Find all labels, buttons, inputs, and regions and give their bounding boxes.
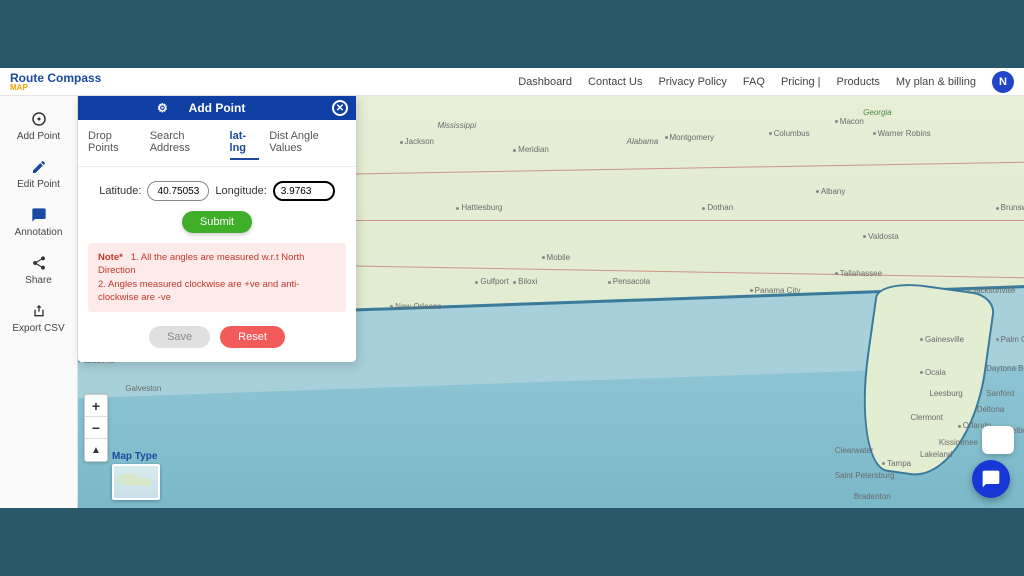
label-gainesville: Gainesville: [925, 335, 964, 344]
label-galveston: Galveston: [125, 384, 161, 393]
left-sidebar: Add Point Edit Point Annotation Share Ex…: [0, 96, 78, 508]
reset-button[interactable]: Reset: [220, 326, 285, 348]
share-icon: [30, 254, 48, 272]
latlng-row: Latitude: Longitude:: [78, 167, 356, 209]
label-pensacola: Pensacola: [613, 277, 650, 286]
label-jackson: Jackson: [405, 137, 434, 146]
nav-dashboard[interactable]: Dashboard: [518, 76, 572, 88]
label-gulfport: Gulfport: [480, 277, 508, 286]
label-panama: Panama City: [755, 286, 801, 295]
sidebar-label: Share: [25, 275, 52, 286]
target-icon: [30, 110, 48, 128]
save-button[interactable]: Save: [149, 326, 210, 348]
label-daytona: Daytona Beach: [986, 364, 1024, 373]
label-warner: Warner Robins: [878, 129, 931, 138]
label-clearwater: Clearwater: [835, 446, 874, 455]
label-clermont: Clermont: [910, 413, 942, 422]
label-kissimmee: Kissimmee: [939, 438, 978, 447]
zoom-out-button[interactable]: −: [85, 417, 107, 439]
note-line-2: 2. Angles measured clockwise are +ve and…: [98, 279, 299, 303]
logo[interactable]: Route Compass MAP: [10, 71, 101, 92]
label-neworleans: New Orleans: [395, 302, 441, 311]
label-palmcoast: Palm Coast: [1001, 335, 1024, 344]
panel-tabs: Drop Points Search Address lat-lng Dist …: [78, 120, 356, 167]
label-deltona: Deltona: [977, 405, 1005, 414]
label-mississippi: Mississippi: [437, 121, 476, 130]
longitude-label: Longitude:: [215, 185, 266, 197]
close-icon[interactable]: ✕: [332, 100, 348, 116]
label-albany: Albany: [821, 187, 845, 196]
panel-header: ⚙ Add Point ✕: [78, 96, 356, 120]
label-tallahassee: Tallahassee: [840, 269, 882, 278]
top-nav: Dashboard Contact Us Privacy Policy FAQ …: [518, 71, 1014, 93]
chat-icon: [981, 469, 1001, 489]
label-leesburg: Leesburg: [929, 389, 962, 398]
export-icon: [30, 302, 48, 320]
sidebar-label: Export CSV: [12, 323, 64, 334]
chat-preview[interactable]: [982, 426, 1014, 454]
tab-dist-angle[interactable]: Dist Angle Values: [269, 130, 346, 160]
pencil-icon: [30, 158, 48, 176]
tab-search-address[interactable]: Search Address: [150, 130, 220, 160]
sidebar-annotation[interactable]: Annotation: [0, 200, 77, 244]
label-lakeland: Lakeland: [920, 450, 952, 459]
label-stpete: Saint Petersburg: [835, 471, 895, 480]
label-georgia: Georgia: [863, 108, 891, 117]
label-biloxi: Biloxi: [518, 277, 537, 286]
gear-icon: ⚙: [157, 101, 168, 115]
sidebar-add-point[interactable]: Add Point: [0, 104, 77, 148]
panel-actions: Save Reset: [78, 322, 356, 362]
tab-drop-points[interactable]: Drop Points: [88, 130, 140, 160]
label-montgomery: Montgomery: [670, 133, 714, 142]
label-sanford: Sanford: [986, 389, 1014, 398]
label-valdosta: Valdosta: [868, 232, 899, 241]
longitude-input[interactable]: [273, 181, 335, 201]
map-type-label: Map Type: [112, 451, 160, 462]
map-type-selector: Map Type: [112, 451, 160, 500]
label-columbus: Columbus: [774, 129, 810, 138]
zoom-control: + − ▲: [84, 394, 108, 462]
sidebar-export[interactable]: Export CSV: [0, 296, 77, 340]
sidebar-label: Add Point: [17, 131, 60, 142]
sidebar-edit-point[interactable]: Edit Point: [0, 152, 77, 196]
avatar[interactable]: N: [992, 71, 1014, 93]
map-type-thumb[interactable]: [112, 464, 160, 500]
label-tampa: Tampa: [887, 459, 911, 468]
nav-privacy[interactable]: Privacy Policy: [658, 76, 726, 88]
nav-faq[interactable]: FAQ: [743, 76, 765, 88]
nav-products[interactable]: Products: [836, 76, 879, 88]
latitude-label: Latitude:: [99, 185, 141, 197]
nav-contact[interactable]: Contact Us: [588, 76, 642, 88]
label-hattiesburg: Hattiesburg: [461, 203, 502, 212]
note-box: Note* 1. All the angles are measured w.r…: [88, 243, 346, 312]
top-header: Route Compass MAP Dashboard Contact Us P…: [0, 68, 1024, 96]
label-bradenton: Bradenton: [854, 492, 891, 501]
label-mobile: Mobile: [547, 253, 571, 262]
zoom-in-button[interactable]: +: [85, 395, 107, 417]
tab-lat-lng[interactable]: lat-lng: [230, 130, 260, 160]
label-macon: Macon: [840, 117, 864, 126]
submit-button[interactable]: Submit: [182, 211, 252, 233]
label-jacksonville: Jacksonville: [972, 286, 1015, 295]
note-line-1: 1. All the angles are measured w.r.t Nor…: [98, 252, 304, 276]
note-label: Note*: [98, 252, 123, 263]
sidebar-label: Annotation: [15, 227, 63, 238]
north-button[interactable]: ▲: [85, 439, 107, 461]
sidebar-share[interactable]: Share: [0, 248, 77, 292]
label-brunswick: Brunswick: [1001, 203, 1024, 212]
chat-button[interactable]: [972, 460, 1010, 498]
nav-pricing[interactable]: Pricing |: [781, 76, 821, 88]
add-point-panel: ⚙ Add Point ✕ Drop Points Search Address…: [78, 96, 356, 362]
sidebar-label: Edit Point: [17, 179, 60, 190]
label-meridian: Meridian: [518, 145, 549, 154]
nav-plan[interactable]: My plan & billing: [896, 76, 976, 88]
label-dothan: Dothan: [707, 203, 733, 212]
label-ocala: Ocala: [925, 368, 946, 377]
panel-title: Add Point: [189, 101, 246, 115]
label-alabama: Alabama: [627, 137, 659, 146]
comment-icon: [30, 206, 48, 224]
latitude-input[interactable]: [147, 181, 209, 201]
